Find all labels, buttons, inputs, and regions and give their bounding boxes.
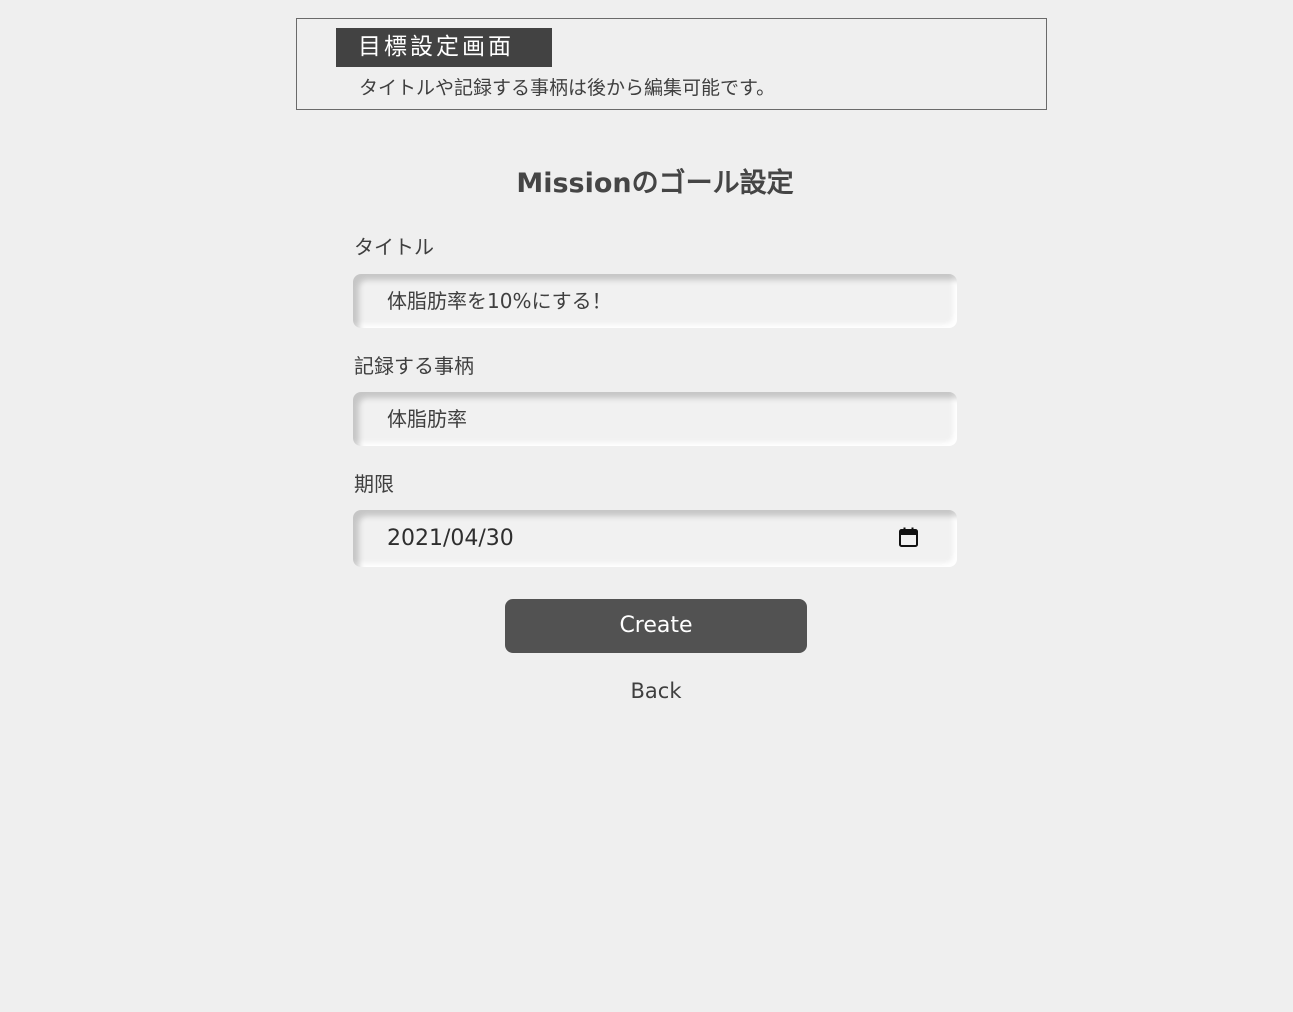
title-input[interactable]: 体脂肪率を10%にする！	[353, 274, 957, 328]
title-label: タイトル	[354, 235, 434, 259]
page-description: タイトルや記録する事柄は後から編集可能です。	[359, 77, 776, 99]
create-button[interactable]: Create	[505, 599, 807, 653]
back-link[interactable]: Back	[505, 678, 807, 704]
deadline-date-value: 2021/04/30	[387, 526, 514, 551]
calendar-icon[interactable]	[899, 527, 918, 547]
form-heading: Missionのゴール設定	[516, 168, 794, 199]
deadline-date-input[interactable]: 2021/04/30	[353, 510, 957, 567]
header-panel: 目標設定画面 タイトルや記録する事柄は後から編集可能です。	[296, 18, 1047, 110]
deadline-label: 期限	[354, 472, 394, 496]
record-item-label: 記録する事柄	[354, 354, 474, 378]
record-item-input[interactable]: 体脂肪率	[353, 392, 957, 446]
page-title: 目標設定画面	[336, 28, 552, 67]
